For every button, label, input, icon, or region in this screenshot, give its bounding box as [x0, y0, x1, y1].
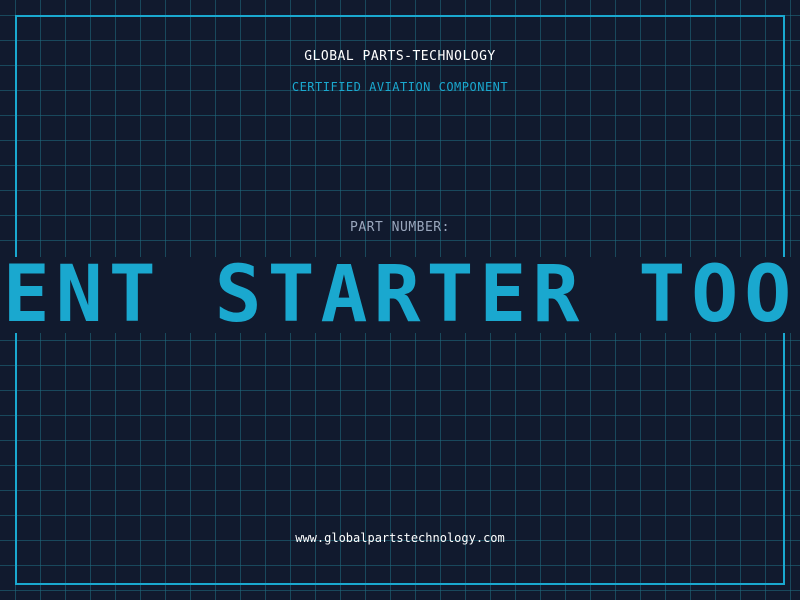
part-number-band: DENT STARTER TOOL	[0, 257, 800, 333]
company-name: GLOBAL PARTS-TECHNOLOGY	[304, 49, 496, 64]
label-card: GLOBAL PARTS-TECHNOLOGY CERTIFIED AVIATI…	[0, 0, 800, 600]
website-url: www.globalpartstechnology.com	[295, 531, 505, 545]
part-number-label: PART NUMBER:	[350, 220, 450, 235]
part-number-value: DENT STARTER TOOL	[0, 257, 800, 333]
certification-subtitle: CERTIFIED AVIATION COMPONENT	[291, 80, 509, 94]
